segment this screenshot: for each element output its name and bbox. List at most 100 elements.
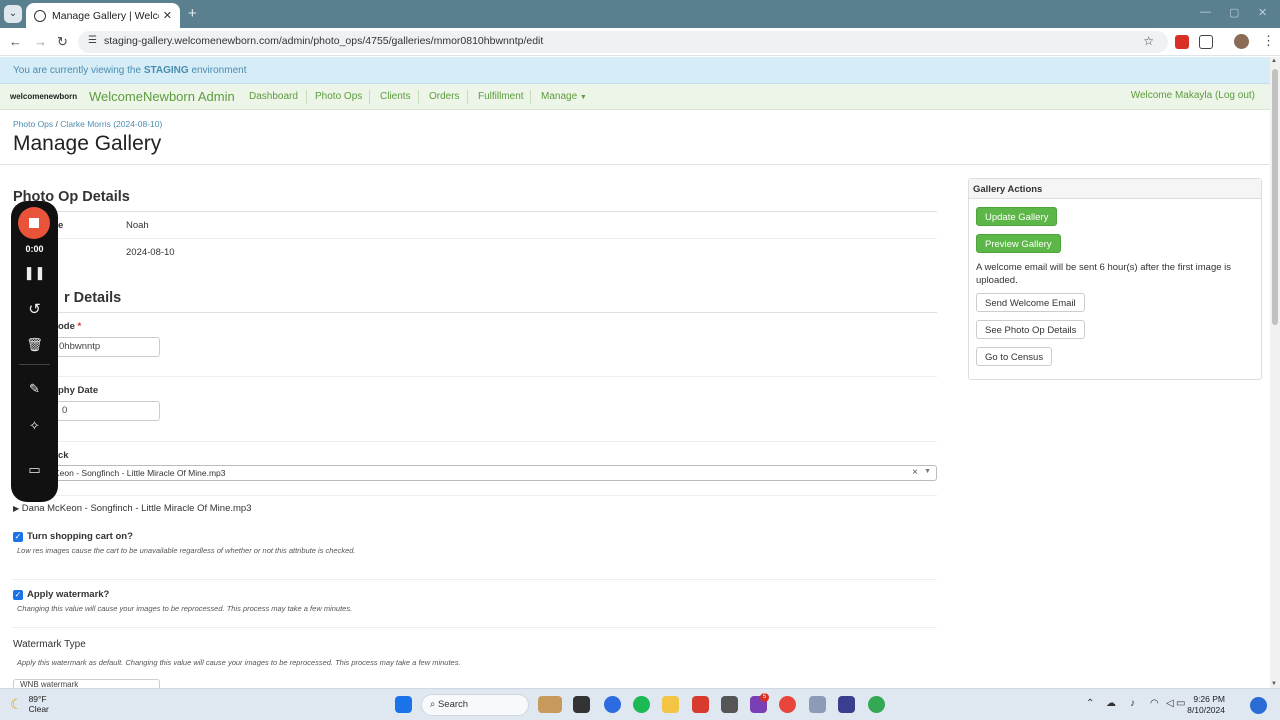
window-close-icon[interactable]: ✕	[1258, 6, 1267, 19]
close-tab-icon[interactable]: ✕	[163, 9, 172, 22]
nav-divider	[369, 90, 370, 104]
tab-title: Manage Gallery | WelcomeNe	[52, 9, 159, 22]
profile-avatar[interactable]	[1234, 34, 1249, 49]
spotify-icon[interactable]	[633, 696, 650, 713]
camera-icon[interactable]: ▭	[11, 462, 58, 478]
address-bar: ← → ↻ ☰ staging-gallery.welcomenewborn.c…	[0, 28, 1280, 56]
system-clock[interactable]: 9:26 PM 8/10/2024	[1185, 694, 1225, 716]
chrome-icon[interactable]	[779, 696, 796, 713]
watermark-type-help: Apply this watermark as default. Changin…	[17, 658, 461, 667]
wifi-icon[interactable]: ◠	[1150, 698, 1159, 709]
windows-taskbar: ☾ 89°F Clear ⌕ Search 5 ⌃ ☁ ♪ ◠ ◁ ▭ 9:26…	[0, 688, 1280, 720]
see-photo-op-details-button[interactable]: See Photo Op Details	[976, 320, 1086, 339]
music-track-select[interactable]: Keon - Songfinch - Little Miracle Of Min…	[13, 465, 937, 481]
zoom-icon[interactable]	[604, 696, 621, 713]
taskbar-search[interactable]: ⌕ Search	[421, 694, 529, 716]
divider	[13, 376, 937, 377]
cloud-sync-icon[interactable]: ☁	[1106, 698, 1116, 709]
divider	[13, 211, 937, 212]
divider	[13, 579, 937, 580]
scrollbar-thumb[interactable]	[1272, 69, 1278, 325]
pen-icon[interactable]: ✎	[11, 381, 58, 397]
restart-icon[interactable]: ↺	[11, 300, 58, 318]
welcome-email-note: A welcome email will be sent 6 hour(s) a…	[976, 262, 1232, 286]
effects-icon[interactable]: ✧	[11, 418, 58, 434]
send-welcome-email-button[interactable]: Send Welcome Email	[976, 293, 1085, 312]
shopping-cart-label: Turn shopping cart on?	[27, 531, 133, 542]
notification-badge: 5	[760, 693, 769, 702]
shopping-cart-checkbox[interactable]: ✓	[13, 532, 23, 542]
extensions-icon[interactable]	[1199, 35, 1213, 49]
chevron-down-icon[interactable]: ▼	[924, 468, 931, 475]
logo[interactable]: welcomenewborn	[10, 92, 77, 101]
pause-icon[interactable]: ❚❚	[11, 265, 58, 281]
browser-menu-icon[interactable]: ⋮	[1262, 33, 1275, 49]
scroll-down-icon[interactable]: ▼	[1271, 681, 1277, 687]
site-info-icon[interactable]: ☰	[88, 35, 97, 46]
windows-start-icon[interactable]	[395, 696, 412, 713]
app-icon[interactable]	[692, 696, 709, 713]
microphone-icon[interactable]: ♪	[1130, 698, 1135, 709]
app-icon[interactable]	[721, 696, 738, 713]
nav-orders[interactable]: Orders	[429, 91, 460, 102]
brand-title[interactable]: WelcomeNewborn Admin	[89, 89, 235, 104]
audio-preview-toggle[interactable]: ▶ Dana McKeon - Songfinch - Little Mirac…	[13, 503, 251, 514]
breadcrumb-client[interactable]: Clarke Morris (2024-08-10)	[60, 119, 162, 129]
tab-search-icon[interactable]: ⌄	[4, 5, 22, 23]
widgets-icon[interactable]	[538, 696, 562, 713]
divider	[13, 627, 937, 628]
page-scrollbar[interactable]: ▲ ▼	[1270, 57, 1280, 688]
breadcrumb-photo-ops[interactable]: Photo Ops	[13, 119, 53, 129]
tray-overflow-icon[interactable]: ⌃	[1086, 698, 1094, 709]
nav-dashboard[interactable]: Dashboard	[249, 91, 298, 102]
reload-icon[interactable]: ↻	[57, 34, 68, 50]
nav-fulfillment[interactable]: Fulfillment	[478, 91, 524, 102]
new-tab-icon[interactable]: +	[188, 5, 197, 22]
maximize-icon[interactable]: ▢	[1229, 6, 1239, 19]
nav-clients[interactable]: Clients	[380, 91, 411, 102]
environment-banner: You are currently viewing the STAGING en…	[0, 57, 1270, 84]
welcome-logout[interactable]: Welcome Makayla (Log out)	[1131, 90, 1255, 101]
divider	[13, 495, 937, 496]
file-explorer-icon[interactable]	[662, 696, 679, 713]
watermark-type-select[interactable]: WNB watermark	[13, 679, 160, 688]
minimize-icon[interactable]: —	[1200, 6, 1211, 18]
copilot-icon[interactable]	[1250, 697, 1267, 714]
watermark-checkbox[interactable]: ✓	[13, 590, 23, 600]
url-field[interactable]: ☰ staging-gallery.welcomenewborn.com/adm…	[78, 31, 1168, 53]
pdf-extension-icon[interactable]	[1175, 35, 1189, 49]
clear-icon[interactable]: ×	[912, 467, 918, 478]
nav-divider	[418, 90, 419, 104]
browser-tab[interactable]: Manage Gallery | WelcomeNe ✕	[26, 3, 180, 28]
nav-photo-ops[interactable]: Photo Ops	[315, 91, 362, 102]
back-icon[interactable]: ←	[9, 34, 22, 49]
trash-icon[interactable]: 🗑︎	[11, 337, 58, 353]
weather-temp: 89°F	[28, 694, 47, 704]
weather-widget[interactable]: ☾ 89°F Clear	[10, 694, 49, 714]
gallery-code-label: ode *	[58, 321, 82, 332]
nav-manage[interactable]: Manage ▼	[541, 91, 587, 102]
gallery-details-heading: r Details	[64, 290, 122, 306]
divider	[13, 441, 937, 442]
bookmark-star-icon[interactable]: ☆	[1143, 34, 1154, 48]
stop-record-button[interactable]	[18, 207, 50, 239]
caret-down-icon: ▼	[579, 94, 587, 101]
gallery-actions-title: Gallery Actions	[969, 179, 1261, 199]
browser-tab-bar: ⌄ Manage Gallery | WelcomeNe ✕ + — ▢ ✕	[0, 0, 1280, 28]
music-track-label: ck	[58, 450, 69, 461]
go-to-census-button[interactable]: Go to Census	[976, 347, 1053, 366]
task-view-icon[interactable]	[573, 696, 590, 713]
chrome-profile-icon[interactable]	[868, 696, 885, 713]
forward-icon[interactable]: →	[34, 34, 47, 49]
screen-recorder-toolbar: 0:00 ❚❚ ↺ 🗑︎ ✎ ✧ ▭	[11, 201, 58, 502]
nav-divider	[530, 90, 531, 104]
photos-icon[interactable]	[838, 696, 855, 713]
scroll-up-icon[interactable]: ▲	[1271, 58, 1277, 64]
volume-icon[interactable]: ◁	[1166, 698, 1174, 709]
environment-name: STAGING	[143, 65, 189, 76]
shopping-cart-help: Low res images cause the cart to be unav…	[17, 546, 356, 555]
update-gallery-button[interactable]: Update Gallery	[976, 207, 1058, 226]
preview-gallery-button[interactable]: Preview Gallery	[976, 234, 1061, 253]
settings-gear-icon[interactable]	[809, 696, 826, 713]
divider	[13, 312, 937, 313]
